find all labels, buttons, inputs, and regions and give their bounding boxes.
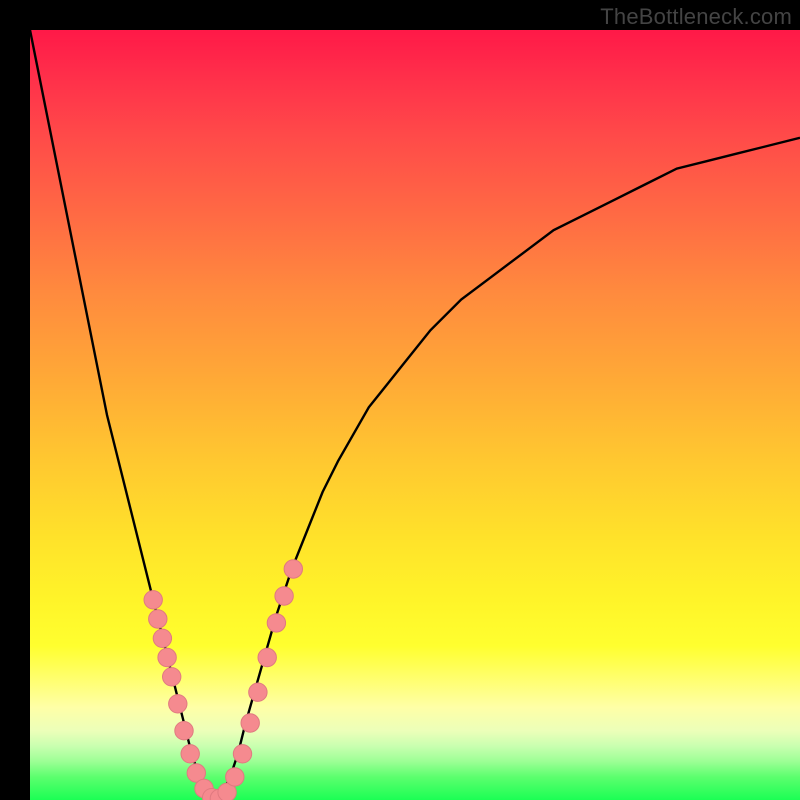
curve-layer — [30, 30, 800, 800]
data-marker — [241, 714, 259, 732]
data-marker — [181, 745, 199, 763]
data-marker — [144, 591, 162, 609]
watermark-text: TheBottleneck.com — [600, 4, 792, 30]
data-marker — [153, 629, 171, 647]
data-marker — [158, 648, 176, 666]
chart-frame: TheBottleneck.com — [0, 0, 800, 800]
data-marker — [163, 668, 181, 686]
marker-group — [144, 560, 303, 800]
data-marker — [249, 683, 267, 701]
data-marker — [149, 610, 167, 628]
bottleneck-curve — [30, 30, 800, 800]
data-marker — [169, 695, 187, 713]
data-marker — [258, 648, 276, 666]
data-marker — [275, 587, 293, 605]
data-marker — [233, 745, 251, 763]
data-marker — [226, 768, 244, 786]
data-marker — [284, 560, 302, 578]
data-marker — [267, 614, 285, 632]
data-marker — [175, 722, 193, 740]
plot-area — [30, 30, 800, 800]
